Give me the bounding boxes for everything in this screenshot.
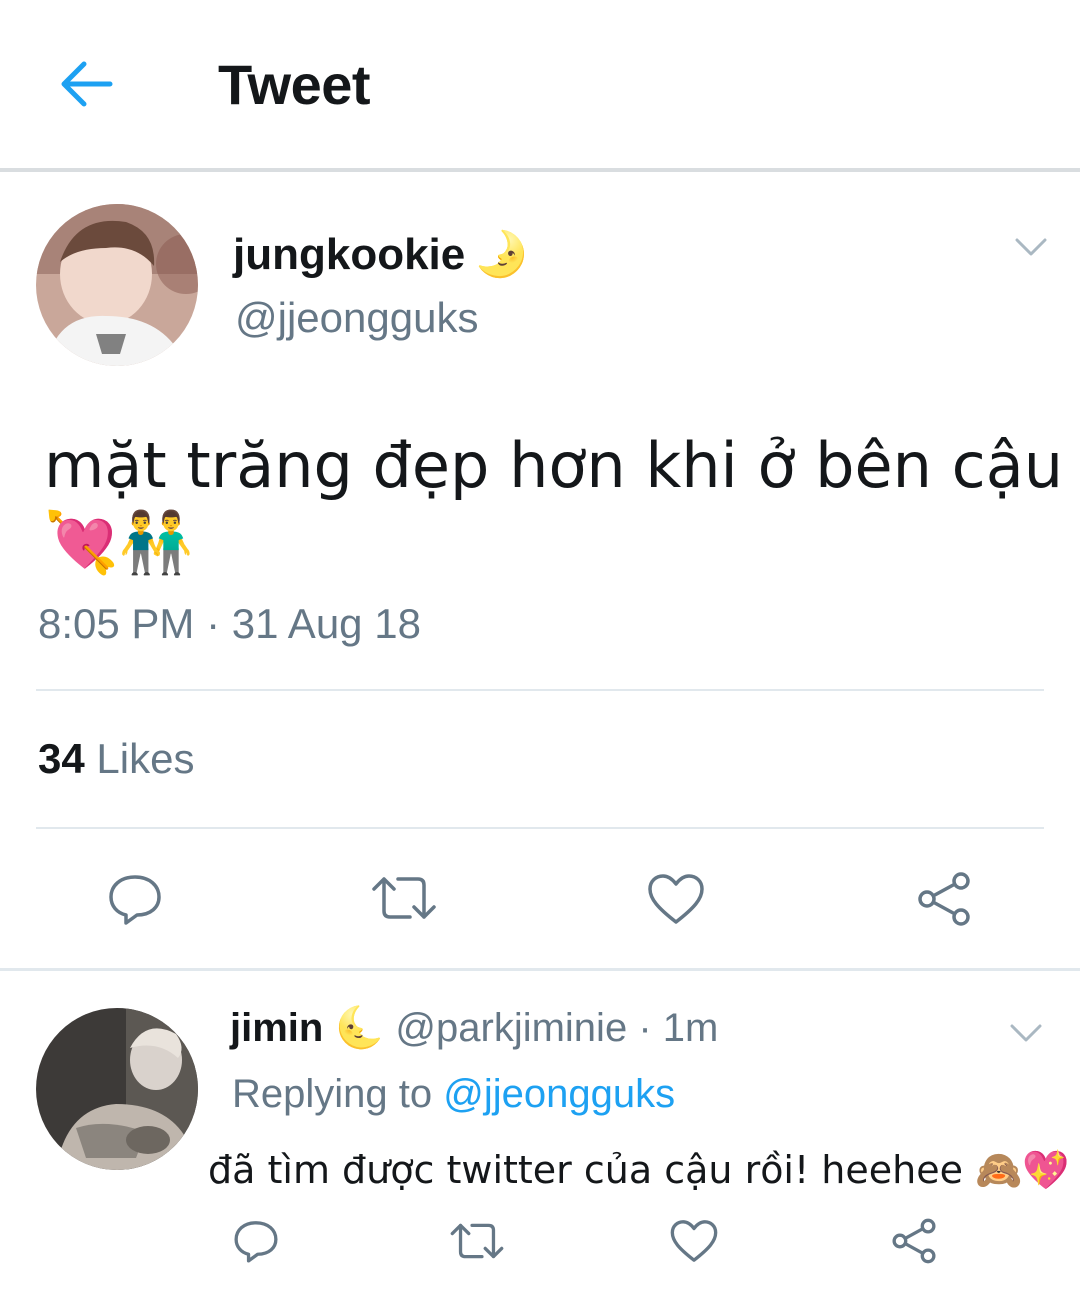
chevron-down-icon[interactable] xyxy=(1013,236,1049,265)
page-title: Tweet xyxy=(218,53,371,116)
tweet-emojis: 💘👬 xyxy=(44,508,194,578)
top-bar: Tweet xyxy=(0,0,1080,168)
retweet-icon[interactable] xyxy=(370,873,438,923)
arrow-left-icon[interactable] xyxy=(58,58,114,110)
reply-emojis: 🙈💖 xyxy=(975,1148,1070,1192)
reply-icon[interactable] xyxy=(106,872,164,926)
replying-label: Replying to xyxy=(232,1072,433,1116)
moon-emoji: 🌛 xyxy=(474,229,529,280)
moon-emoji: 🌜 xyxy=(334,1005,385,1051)
divider xyxy=(36,689,1044,691)
replying-to: Replying to @jjeongguks xyxy=(232,1072,675,1117)
tweet-timestamp: 8:05 PM · 31 Aug 18 xyxy=(38,600,421,647)
likes-label: Likes xyxy=(96,735,195,782)
likes-count[interactable]: 34 Likes xyxy=(38,735,194,783)
author-name[interactable]: jungkookie xyxy=(233,230,465,280)
reply-icon[interactable] xyxy=(232,1218,280,1264)
header-divider xyxy=(0,168,1080,172)
like-icon[interactable] xyxy=(646,872,706,926)
section-divider xyxy=(0,968,1080,971)
reply-text: đã tìm được twitter của cậu rồi! heehee … xyxy=(208,1148,1070,1193)
reply-author-name[interactable]: jimin xyxy=(230,1006,323,1050)
reply-header: jimin 🌜 @parkjiminie · 1m xyxy=(230,1004,718,1051)
chevron-down-icon[interactable] xyxy=(1008,1022,1044,1051)
author-handle[interactable]: @jjeongguks xyxy=(235,294,478,342)
share-icon[interactable] xyxy=(890,1217,938,1265)
likes-number: 34 xyxy=(38,735,85,782)
reply-author-handle[interactable]: @parkjiminie xyxy=(395,1006,627,1050)
share-icon[interactable] xyxy=(915,870,973,928)
reply-age: · 1m xyxy=(638,1006,719,1050)
divider xyxy=(36,827,1044,829)
tweet-text: mặt trăng đẹp hơn khi ở bên cậu 💘👬 xyxy=(44,428,1064,581)
replying-handle-link[interactable]: @jjeongguks xyxy=(443,1072,675,1116)
retweet-icon[interactable] xyxy=(449,1220,505,1262)
like-icon[interactable] xyxy=(669,1218,719,1264)
tweet-body: mặt trăng đẹp hơn khi ở bên cậu xyxy=(44,429,1064,502)
avatar[interactable] xyxy=(36,204,198,366)
reply-body: đã tìm được twitter của cậu rồi! heehee xyxy=(208,1148,963,1192)
avatar[interactable] xyxy=(36,1008,198,1170)
